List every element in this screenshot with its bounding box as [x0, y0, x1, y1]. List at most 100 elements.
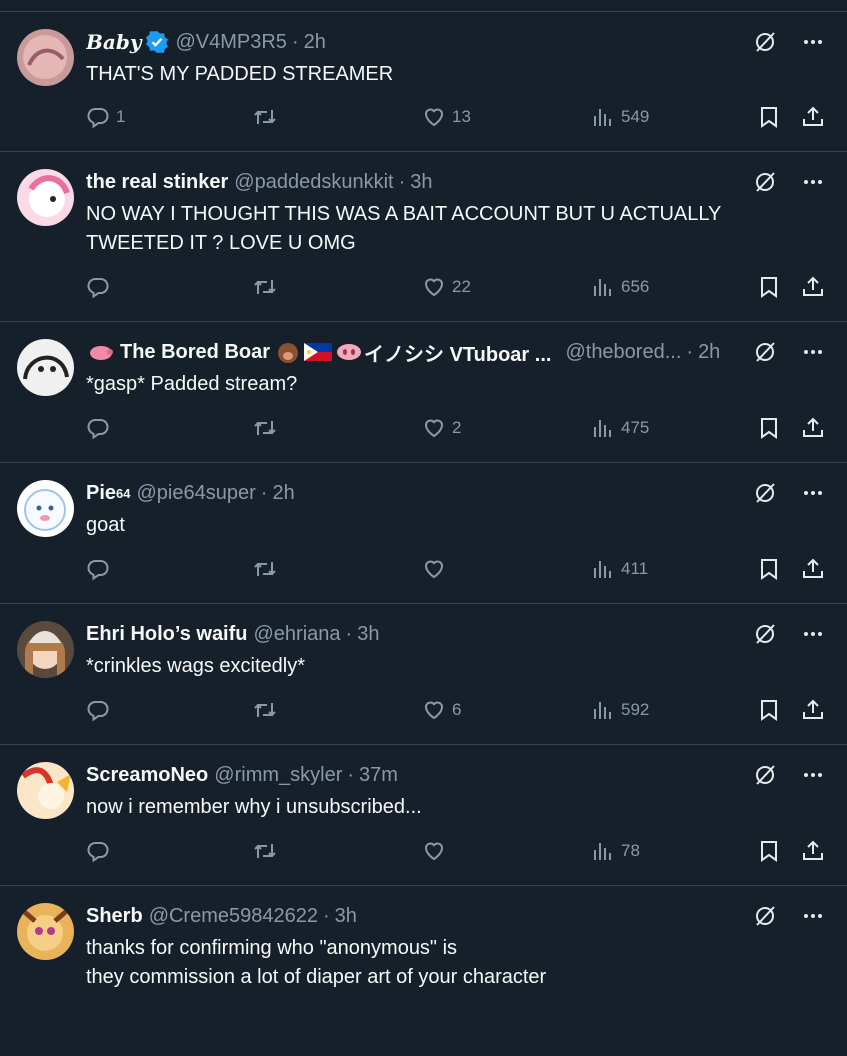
timestamp[interactable]: 2h [272, 482, 294, 505]
avatar[interactable] [17, 480, 74, 537]
user-handle[interactable]: @rimm_skyler [214, 764, 342, 787]
share-button[interactable] [801, 275, 825, 299]
user-handle[interactable]: @pie64super [137, 482, 256, 505]
timestamp[interactable]: 3h [357, 623, 379, 646]
view-count: 411 [621, 559, 649, 578]
tweet[interactable]: Pie 64 @pie64super · 2h goat 411 [0, 463, 847, 604]
separator-dot: · [686, 340, 694, 363]
avatar[interactable] [17, 29, 74, 86]
display-name[interactable]: Pie [86, 482, 116, 505]
more-icon[interactable] [801, 170, 825, 194]
display-name[interactable]: The Bored Boar [120, 341, 270, 364]
pig-emoji-icon [88, 342, 114, 362]
avatar[interactable] [17, 621, 74, 678]
retweet-button[interactable] [253, 416, 277, 440]
views-icon [591, 275, 615, 299]
bookmark-button[interactable] [757, 839, 781, 863]
share-button[interactable] [801, 105, 825, 129]
views-button[interactable]: 656 [591, 275, 649, 299]
more-icon[interactable] [801, 622, 825, 646]
timestamp[interactable]: 2h [304, 31, 326, 54]
like-button[interactable] [422, 839, 446, 863]
display-name[interactable]: the real stinker [86, 171, 228, 194]
bookmark-button[interactable] [757, 105, 781, 129]
timestamp[interactable]: 3h [335, 905, 357, 928]
like-button[interactable]: 6 [422, 698, 461, 722]
like-button[interactable]: 13 [422, 105, 471, 129]
reply-icon [86, 698, 110, 722]
timestamp[interactable]: 37m [359, 764, 398, 787]
avatar[interactable] [17, 762, 74, 819]
user-handle[interactable]: @ehriana [254, 623, 341, 646]
display-name[interactable]: Sherb [86, 905, 143, 928]
reply-button[interactable] [86, 698, 110, 722]
tweet[interactable]: Ehri Holo’s waifu @ehriana · 3h *crinkle… [0, 604, 847, 745]
user-handle[interactable]: @Creme59842622 [149, 905, 318, 928]
more-icon[interactable] [801, 481, 825, 505]
user-handle[interactable]: @paddedskunkkit [234, 171, 393, 194]
avatar[interactable] [17, 169, 74, 226]
reply-icon [86, 557, 110, 581]
reply-button[interactable] [86, 557, 110, 581]
avatar[interactable] [17, 903, 74, 960]
tweet[interactable]: the real stinker @paddedskunkkit · 3h NO… [0, 152, 847, 322]
grok-icon[interactable] [753, 904, 777, 928]
grok-icon[interactable] [753, 30, 777, 54]
bookmark-button[interactable] [757, 416, 781, 440]
grok-icon[interactable] [753, 622, 777, 646]
like-button[interactable]: 22 [422, 275, 471, 299]
user-handle[interactable]: @thebored... [565, 341, 681, 364]
views-button[interactable]: 78 [591, 839, 640, 863]
action-bar: 411 [86, 557, 829, 583]
retweet-icon [253, 698, 277, 722]
bookmark-icon [757, 416, 781, 440]
views-button[interactable]: 549 [591, 105, 649, 129]
separator-dot: · [260, 481, 268, 504]
reply-button[interactable] [86, 275, 110, 299]
more-icon[interactable] [801, 904, 825, 928]
user-handle[interactable]: @V4MP3R5 [175, 31, 286, 54]
tweet[interactable]: ScreamoNeo @rimm_skyler · 37m now i reme… [0, 745, 847, 886]
retweet-button[interactable] [253, 698, 277, 722]
timestamp[interactable]: 3h [410, 171, 432, 194]
share-button[interactable] [801, 557, 825, 581]
display-name[interactable]: ScreamoNeo [86, 764, 208, 787]
retweet-icon [253, 105, 277, 129]
views-button[interactable]: 475 [591, 416, 649, 440]
view-count: 592 [621, 700, 650, 719]
more-icon[interactable] [801, 30, 825, 54]
share-button[interactable] [801, 416, 825, 440]
tweet[interactable]: Sherb @Creme59842622 · 3h thanks for con… [0, 886, 847, 1056]
display-name[interactable]: Baby [86, 30, 141, 54]
avatar[interactable] [17, 339, 74, 396]
bookmark-button[interactable] [757, 698, 781, 722]
more-icon[interactable] [801, 340, 825, 364]
like-button[interactable] [422, 557, 446, 581]
like-button[interactable]: 2 [422, 416, 461, 440]
retweet-button[interactable] [253, 557, 277, 581]
reply-button[interactable] [86, 839, 110, 863]
tweet[interactable]: Baby @V4MP3R5 · 2h THAT'S MY PADDED STRE… [0, 12, 847, 152]
display-name-suffix[interactable]: イノシシ VTuboar ... [364, 339, 551, 366]
grok-icon[interactable] [753, 170, 777, 194]
timestamp[interactable]: 2h [698, 341, 720, 364]
views-button[interactable]: 411 [591, 557, 648, 581]
grok-icon[interactable] [753, 340, 777, 364]
reply-button[interactable] [86, 416, 110, 440]
bookmark-icon [757, 275, 781, 299]
share-button[interactable] [801, 698, 825, 722]
reply-button[interactable]: 1 [86, 105, 125, 129]
bookmark-button[interactable] [757, 557, 781, 581]
share-button[interactable] [801, 839, 825, 863]
retweet-button[interactable] [253, 275, 277, 299]
grok-icon[interactable] [753, 763, 777, 787]
share-icon [801, 416, 825, 440]
views-button[interactable]: 592 [591, 698, 649, 722]
grok-icon[interactable] [753, 481, 777, 505]
display-name[interactable]: Ehri Holo’s waifu [86, 623, 248, 646]
bookmark-button[interactable] [757, 275, 781, 299]
retweet-button[interactable] [253, 839, 277, 863]
more-icon[interactable] [801, 763, 825, 787]
retweet-button[interactable] [253, 105, 277, 129]
tweet[interactable]: The Bored Boar イノシシ VTuboar ... @thebore… [0, 322, 847, 463]
